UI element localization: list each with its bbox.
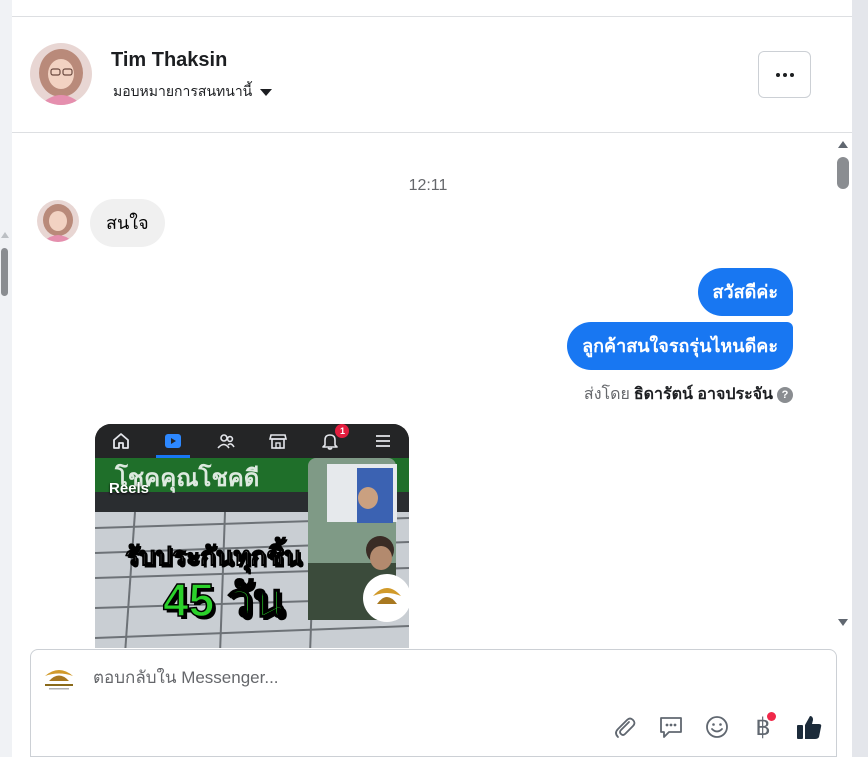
incoming-message[interactable]: สนใจ: [90, 199, 165, 247]
right-rail: [852, 0, 868, 757]
conversation-panel: Tim Thaksin มอบหมายการสนทนานี้ 12:11 สนใ…: [12, 17, 852, 757]
reel-nav-bar: 1: [95, 424, 409, 458]
sent-by-line: ส่งโดย ธิดารัตน์ อาจประจัน ?: [584, 382, 793, 407]
assign-label: มอบหมายการสนทนานี้: [113, 83, 253, 99]
conversation-header: Tim Thaksin มอบหมายการสนทนานี้: [12, 17, 852, 133]
dot-icon: [789, 72, 794, 77]
dot-icon: [775, 72, 780, 77]
left-scroll-thumb[interactable]: [1, 248, 8, 296]
sent-by-name: ธิดารัตน์ อาจประจัน: [633, 386, 773, 403]
outgoing-message[interactable]: ลูกค้าสนใจรถรุ่นไหนดีคะ: [567, 322, 793, 370]
more-options-button[interactable]: [758, 51, 811, 98]
reel-label: Reels: [109, 480, 150, 497]
help-icon[interactable]: ?: [777, 386, 793, 403]
marketplace-icon: [267, 430, 289, 452]
emoji-icon[interactable]: [702, 712, 732, 742]
friends-icon: [215, 430, 237, 452]
scroll-up-icon[interactable]: [838, 141, 848, 148]
like-icon[interactable]: [794, 712, 824, 742]
contact-avatar[interactable]: [30, 43, 92, 105]
sender-avatar[interactable]: [37, 200, 79, 242]
message-thread: 12:11 สนใจ สวัสดีค่ะ ลูกค้าสนใจรถรุ่นไหน…: [12, 133, 852, 648]
outgoing-message[interactable]: สวัสดีค่ะ: [697, 268, 793, 316]
shared-reel-attachment[interactable]: 1 โชคคุณโชคดี Reels รับประกันทุกชิ้น 45 …: [95, 424, 409, 648]
thread-scrollbar[interactable]: [834, 133, 852, 633]
composer-toolbar: ฿: [610, 712, 824, 742]
scroll-down-icon[interactable]: [838, 619, 848, 626]
menu-icon: [372, 430, 394, 452]
reply-input[interactable]: [93, 668, 793, 688]
message-composer: ฿: [30, 649, 837, 757]
new-feature-dot: [767, 712, 776, 721]
left-scrollbar[interactable]: [0, 232, 10, 312]
contact-name[interactable]: Tim Thaksin: [111, 49, 227, 72]
top-strip: [12, 0, 852, 17]
bell-icon: 1: [319, 424, 350, 452]
assign-conversation-dropdown[interactable]: มอบหมายการสนทนานี้: [113, 81, 273, 103]
saved-reply-icon[interactable]: [656, 712, 686, 742]
payment-icon[interactable]: ฿: [748, 712, 778, 742]
attachment-icon[interactable]: [610, 712, 640, 742]
left-scroll-up-icon[interactable]: [1, 232, 9, 238]
home-icon: [110, 430, 132, 452]
sent-by-prefix: ส่งโดย: [583, 386, 630, 403]
reels-icon: [156, 430, 191, 458]
promo-line-2: 45 วัน: [162, 573, 285, 627]
reel-thumbnail: โชคคุณโชคดี Reels รับประกันทุกชิ้น 45 วั…: [95, 458, 409, 648]
dot-icon: [782, 72, 787, 77]
scroll-thumb[interactable]: [837, 157, 849, 189]
notification-badge: 1: [335, 424, 350, 438]
page-logo: [41, 662, 77, 692]
message-timestamp: 12:11: [408, 177, 448, 194]
caret-down-icon: [260, 88, 273, 96]
